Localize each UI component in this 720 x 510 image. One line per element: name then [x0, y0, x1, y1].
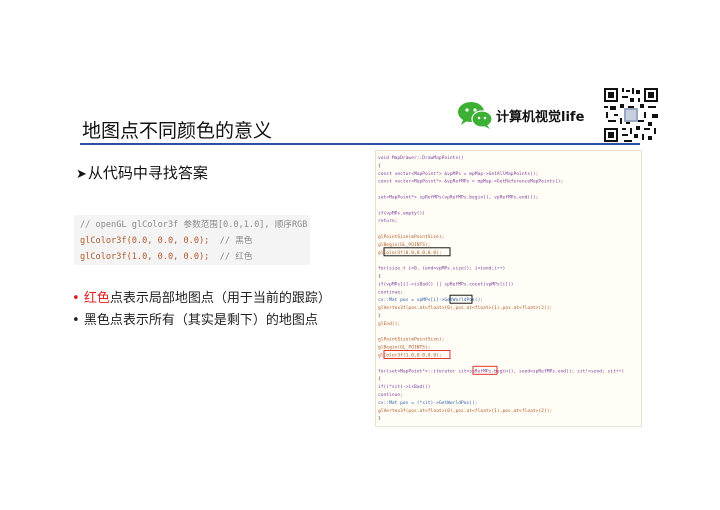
bullet-red-points: • 红色点表示局部地图点（用于当前的跟踪）: [72, 288, 331, 310]
code-comment-red: // 红色: [209, 252, 253, 262]
code-screenshot-line: {: [378, 376, 381, 382]
source-code-image: void MapDrawer::DrawMapPoints(){ const v…: [378, 155, 624, 422]
code-screenshot-line: glBegin(GL_POINTS);: [378, 242, 431, 248]
slide-title: 地图点不同颜色的意义: [82, 120, 273, 142]
code-line-black: glColor3f(0.0, 0.0, 0.0);: [80, 236, 210, 246]
bullet-list: • 红色点表示局部地图点（用于当前的跟踪） • 黑色点表示所有（其实是剩下）的地…: [72, 288, 331, 332]
code-screenshot-line: if(vpMPs[i]->isBad() || spRefMPs.count(v…: [378, 281, 514, 287]
color-code-snippet: // openGL glColor3f 参数范围[0.0,1.0], 顺序RGB…: [74, 215, 310, 265]
bullet-text: 黑色点表示所有（其实是剩下）的地图点: [83, 313, 318, 328]
code-screenshot-line: cv::Mat pos = vpMPs[i]->GetWorldPos();: [378, 297, 483, 303]
title-divider: [80, 143, 640, 145]
code-screenshot-line: {: [378, 274, 381, 280]
code-screenshot-line: for(size_t i=0, iend=vpMPs.size(); i<ien…: [378, 266, 505, 272]
code-screenshot-line: glColor3f(0.0,0.0,0.0);: [378, 250, 442, 256]
code-screenshot-line: continue;: [378, 289, 403, 295]
code-screenshot-line: glBegin(GL_POINTS);: [378, 345, 431, 351]
brand-logo: 计算机视觉life: [456, 96, 600, 134]
code-screenshot-line: }: [378, 313, 381, 319]
code-comment: // openGL glColor3f 参数范围[0.0,1.0], 顺序RGB: [80, 220, 308, 230]
code-screenshot-line: {: [378, 163, 381, 169]
code-comment-black: // 黑色: [209, 236, 253, 246]
code-screenshot-line: continue;: [378, 392, 403, 398]
wechat-icon: [458, 102, 493, 129]
code-screenshot-line: glColor3f(1.0,0.0,0.0);: [378, 353, 442, 359]
qr-code-icon: [602, 86, 660, 144]
code-screenshot-line: glPointSize(mPointSize);: [378, 234, 444, 240]
code-line-red: glColor3f(1.0, 0.0, 0.0);: [80, 252, 210, 262]
code-screenshot-line: if((*sit)->isBad()): [378, 384, 431, 390]
source-code-screenshot: void MapDrawer::DrawMapPoints(){ const v…: [375, 150, 642, 427]
qr-code: [602, 86, 660, 144]
section-subhead: ➤从代码中寻找答案: [76, 162, 208, 183]
code-screenshot-line: cv::Mat pos = (*sit)->GetWorldPos();: [378, 400, 478, 406]
code-screenshot-line: glVertex3f(pos.at<float>(0),pos.at<float…: [378, 305, 552, 311]
arrow-bullet-icon: ➤: [76, 167, 87, 182]
bullet-marker: •: [72, 291, 80, 306]
code-screenshot-line: glEnd();: [378, 321, 400, 327]
highlight-red: 红色: [83, 291, 110, 306]
code-screenshot-line: return;: [378, 218, 397, 224]
code-screenshot-line: for(set<MapPoint*>::iterator sit=spRefMP…: [378, 368, 624, 374]
code-screenshot-line: glVertex3f(pos.at<float>(0),pos.at<float…: [378, 408, 552, 414]
code-screenshot-line: set<MapPoint*> spRefMPs(vpRefMPs.begin()…: [378, 195, 538, 201]
code-screenshot-line: void MapDrawer::DrawMapPoints(): [378, 155, 464, 161]
bullet-marker: •: [72, 313, 80, 328]
brand-name: 计算机视觉life: [496, 109, 585, 125]
code-screenshot-line: glPointSize(mPointSize);: [378, 337, 444, 343]
code-screenshot-line: }: [378, 416, 381, 422]
subhead-text: 从代码中寻找答案: [87, 164, 208, 182]
code-screenshot-line: const vector<MapPoint*> &vpRefMPs = mpMa…: [378, 179, 563, 185]
bullet-black-points: • 黑色点表示所有（其实是剩下）的地图点: [72, 310, 331, 332]
code-screenshot-line: const vector<MapPoint*> &vpMPs = mpMap->…: [378, 171, 538, 177]
code-screenshot-line: if(vpMPs.empty()): [378, 210, 425, 216]
bullet-text: 点表示局部地图点（用于当前的跟踪）: [109, 291, 331, 306]
